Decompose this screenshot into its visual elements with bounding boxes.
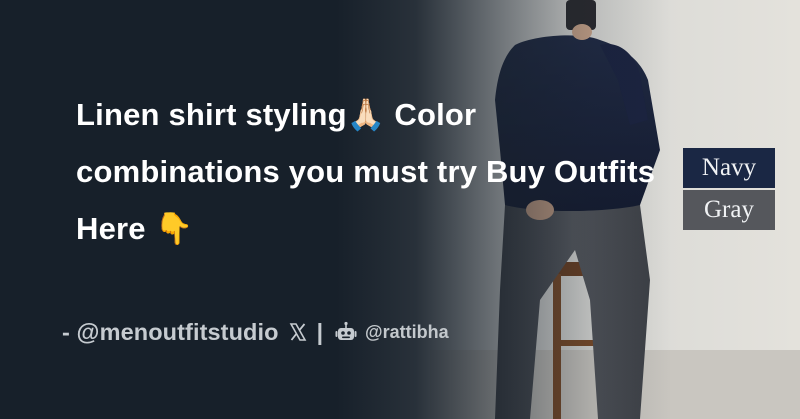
robot-icon [335, 321, 357, 340]
gray-color-swatch: Gray [683, 190, 775, 230]
thread-headline: Linen shirt styling🙏🏻 Color combinations… [76, 97, 656, 246]
site-handle[interactable]: @rattibha [365, 322, 449, 343]
attribution-row: - @menoutfitstudio | @rattibha [62, 314, 449, 350]
x-logo-icon [289, 323, 306, 341]
gray-swatch-label: Gray [704, 196, 754, 223]
thread-preview-card: Navy Gray Linen shirt styling🙏🏻 Color co… [0, 0, 800, 419]
separator: | [316, 318, 324, 345]
author-handle[interactable]: - @menoutfitstudio [62, 319, 279, 346]
navy-swatch-label: Navy [701, 154, 757, 181]
navy-color-swatch: Navy [683, 148, 775, 188]
